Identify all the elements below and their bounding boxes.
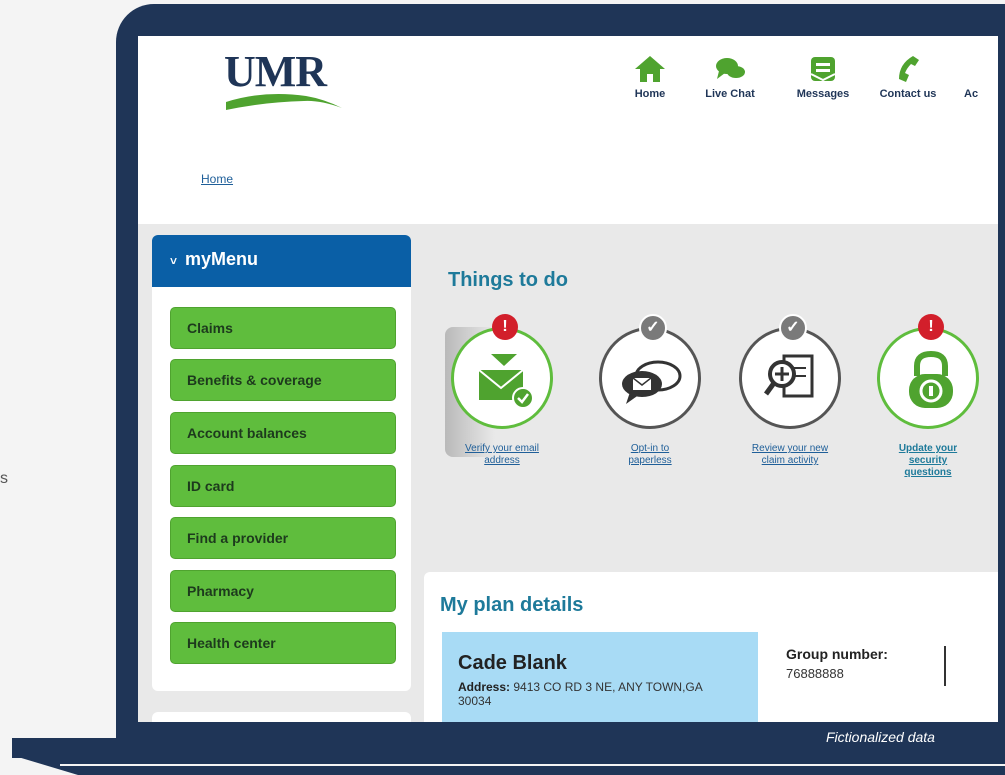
main-content: ˅ myMenu Claims Benefits & coverage Accou…: [138, 224, 998, 722]
nav-account[interactable]: Ac: [964, 50, 998, 100]
menu-claims[interactable]: Claims: [170, 307, 396, 349]
padlock-icon: [909, 350, 953, 408]
plan-details-title: My plan details: [440, 594, 584, 616]
group-number-label: Group number:: [786, 646, 888, 662]
menu-find-provider[interactable]: Find a provider: [170, 517, 396, 559]
secondary-panel: [152, 712, 411, 722]
alert-badge-icon: !: [492, 314, 518, 340]
nav-home-label: Home: [634, 88, 666, 100]
nav-messages-label: Messages: [796, 88, 850, 100]
menu-health-center[interactable]: Health center: [170, 622, 396, 664]
nav-account-label: Ac: [964, 88, 979, 100]
todo-verify-email-label: Verify your email address: [465, 443, 539, 466]
email-verify-icon: [478, 354, 534, 409]
nav-contact-us-label: Contact us: [879, 88, 937, 100]
todo-verify-email[interactable]: ! Verify your email address: [444, 314, 560, 467]
my-menu: ˅ myMenu Claims Benefits & coverage Accou…: [152, 235, 411, 691]
todo-review-claims-label: Review your new claim activity: [751, 443, 829, 466]
alert-badge-icon: !: [918, 314, 944, 340]
todo-circle: !: [451, 314, 553, 429]
todo-review-claims[interactable]: ✓ Review your new claim activity: [732, 314, 848, 467]
nav-live-chat-label: Live Chat: [705, 88, 755, 100]
my-menu-header[interactable]: ˅ myMenu: [152, 235, 411, 287]
collapse-arrow-icon: ˅: [170, 254, 178, 268]
todo-circle: ✓: [599, 314, 701, 429]
disclaimer: Fictionalized data: [826, 729, 935, 745]
check-badge-icon: ✓: [779, 314, 807, 342]
my-menu-title: myMenu: [185, 249, 259, 269]
todo-circle: !: [877, 314, 979, 429]
screen: UMR Home Live Chat Messages Contact us A…: [138, 36, 998, 722]
home-icon: [628, 50, 672, 88]
menu-account-balances[interactable]: Account balances: [170, 412, 396, 454]
todo-circle: ✓: [739, 314, 841, 429]
member-address: Address: 9413 CO RD 3 NE, ANY TOWN,GA 30…: [458, 680, 718, 708]
plan-divider: [944, 646, 946, 686]
stray-text: s: [0, 470, 8, 487]
plan-details-card: My plan details Cade Blank Address: 9413…: [424, 572, 998, 722]
logo-swoosh-icon: [226, 94, 342, 110]
menu-id-card[interactable]: ID card: [170, 465, 396, 507]
menu-pharmacy[interactable]: Pharmacy: [170, 570, 396, 612]
site-header: UMR Home Live Chat Messages Contact us A…: [138, 36, 998, 224]
check-badge-icon: ✓: [639, 314, 667, 342]
member-card: Cade Blank Address: 9413 CO RD 3 NE, ANY…: [442, 632, 758, 722]
document-magnifier-icon: [763, 354, 814, 398]
nav-live-chat[interactable]: Live Chat: [702, 50, 758, 100]
todo-security-questions[interactable]: ! Update your security questions: [870, 314, 986, 479]
nav-home[interactable]: Home: [628, 50, 672, 100]
chat-icon: [702, 50, 758, 88]
member-name: Cade Blank: [458, 652, 567, 674]
todo-opt-in-paperless-label: Opt-in to paperless: [628, 443, 672, 466]
messages-icon: [788, 50, 858, 88]
todo-opt-in-paperless[interactable]: ✓ Opt-in to paperless: [592, 314, 708, 467]
todo-security-questions-label: Update your security questions: [898, 443, 958, 478]
phone-icon: [872, 50, 944, 88]
breadcrumb-home[interactable]: Home: [201, 172, 233, 186]
menu-benefits-coverage[interactable]: Benefits & coverage: [170, 359, 396, 401]
things-to-do-title: Things to do: [448, 269, 568, 291]
address-label: Address:: [458, 680, 511, 694]
device-base-line: [60, 764, 1005, 766]
nav-messages[interactable]: Messages: [788, 50, 858, 100]
group-number-value: 76888888: [786, 666, 844, 681]
umr-logo[interactable]: UMR: [224, 44, 344, 114]
nav-contact-us[interactable]: Contact us: [872, 50, 944, 100]
device-base-edge: [18, 757, 1005, 775]
speech-bubbles-icon: [622, 360, 682, 404]
